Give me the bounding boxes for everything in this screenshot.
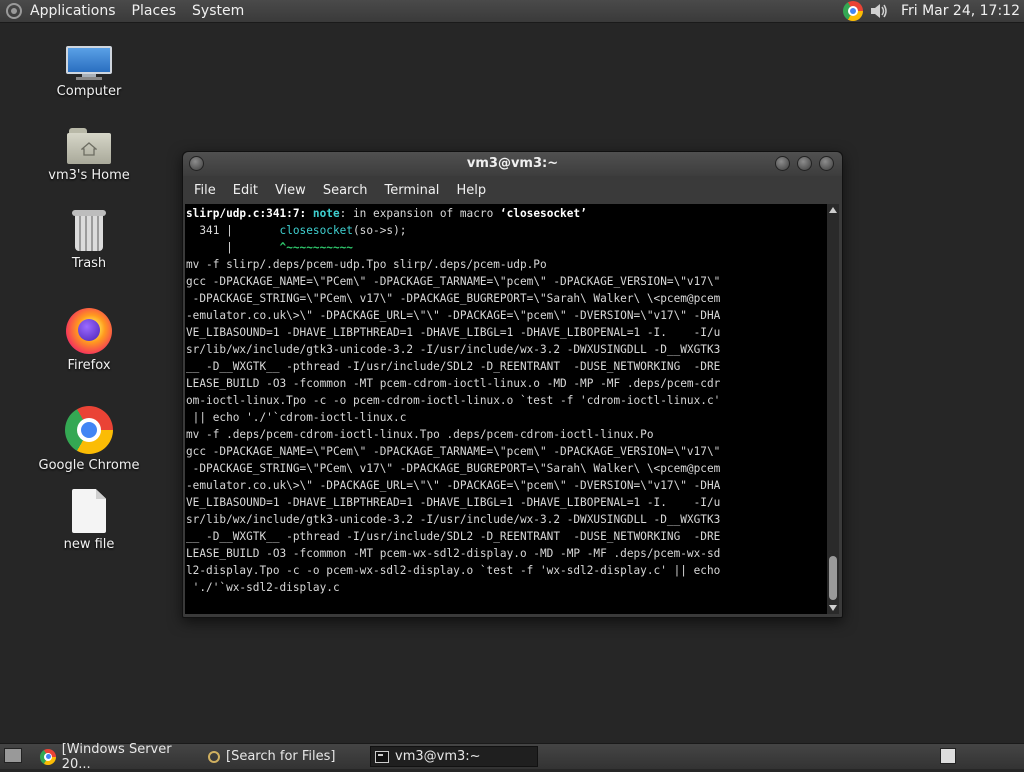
output-line: VE_LIBASOUND=1 -DHAVE_LIBPTHREAD=1 -DHAV… bbox=[186, 326, 721, 339]
scroll-down-icon[interactable] bbox=[829, 605, 837, 611]
top-menus: Applications Places System bbox=[6, 0, 260, 22]
output-line: './'`wx-sdl2-display.c bbox=[186, 581, 340, 594]
output-line: mv -f slirp/.deps/pcem-udp.Tpo slirp/.de… bbox=[186, 258, 547, 271]
output-line: gcc -DPACKAGE_NAME=\"PCem\" -DPACKAGE_TA… bbox=[186, 445, 721, 458]
output-line: -emulator.co.uk\>\" -DPACKAGE_URL=\"\" -… bbox=[186, 309, 721, 322]
output-line: VE_LIBASOUND=1 -DHAVE_LIBPTHREAD=1 -DHAV… bbox=[186, 496, 721, 509]
output-line: __ -D__WXGTK__ -pthread -I/usr/include/S… bbox=[186, 360, 721, 373]
chrome-icon[interactable] bbox=[842, 1, 863, 21]
terminal-scrollbar[interactable] bbox=[827, 204, 839, 614]
terminal-output[interactable]: slirp/udp.c:341:7: note: in expansion of… bbox=[185, 204, 827, 614]
desktop-icon-home[interactable]: vm3's Home bbox=[34, 128, 144, 183]
output-line: || echo './'`cdrom-ioctl-linux.c bbox=[186, 411, 407, 424]
show-desktop-button[interactable] bbox=[4, 748, 22, 763]
terminal-icon bbox=[375, 750, 389, 763]
chrome-icon bbox=[40, 748, 56, 765]
top-panel: Applications Places System Fri Mar 24, 1… bbox=[0, 0, 1024, 23]
source-highlight: closesocket bbox=[232, 224, 353, 237]
desktop-icon-computer[interactable]: Computer bbox=[34, 46, 144, 99]
clock[interactable]: Fri Mar 24, 17:12 bbox=[901, 3, 1020, 19]
menu-edit[interactable]: Edit bbox=[233, 183, 258, 198]
scrollbar-thumb[interactable] bbox=[829, 556, 837, 600]
menu-terminal[interactable]: Terminal bbox=[384, 183, 439, 198]
desktop-icon-trash[interactable]: Trash bbox=[34, 210, 144, 271]
output-line: LEASE_BUILD -O3 -fcommon -MT pcem-wx-sdl… bbox=[186, 547, 721, 560]
output-line: l2-display.Tpo -c -o pcem-wx-sdl2-displa… bbox=[186, 564, 721, 577]
desktop-icon-firefox[interactable]: Firefox bbox=[34, 308, 144, 373]
note-text: : in expansion of macro bbox=[339, 207, 500, 220]
computer-icon bbox=[66, 46, 112, 80]
minimize-button[interactable] bbox=[775, 156, 790, 171]
window-title: vm3@vm3:~ bbox=[466, 156, 559, 171]
menu-view[interactable]: View bbox=[275, 183, 306, 198]
note-location: slirp/udp.c:341:7: bbox=[186, 207, 307, 220]
menu-system[interactable]: System bbox=[192, 3, 244, 19]
source-lineno: 341 | bbox=[186, 224, 233, 237]
task-search-files[interactable]: [Search for Files] bbox=[204, 746, 366, 767]
output-line: gcc -DPACKAGE_NAME=\"PCem\" -DPACKAGE_TA… bbox=[186, 275, 721, 288]
terminal-window: vm3@vm3:~ File Edit View Search Terminal… bbox=[182, 151, 843, 618]
output-line: sr/lib/wx/include/gtk3-unicode-3.2 -I/us… bbox=[186, 513, 721, 526]
note-label: note bbox=[312, 207, 340, 220]
output-line: mv -f .deps/pcem-cdrom-ioctl-linux.Tpo .… bbox=[186, 428, 654, 441]
desktop-icon-label: vm3's Home bbox=[48, 168, 130, 183]
note-macro: ‘closesocket’ bbox=[499, 207, 587, 220]
menu-applications[interactable]: Applications bbox=[30, 3, 116, 19]
desktop-icon-chrome[interactable]: Google Chrome bbox=[34, 406, 144, 473]
terminal-text: slirp/udp.c:341:7: note: in expansion of… bbox=[185, 204, 827, 596]
source-rest: (so->s); bbox=[353, 224, 407, 237]
desktop-icon-new-file[interactable]: new file bbox=[34, 489, 144, 552]
system-tray: Fri Mar 24, 17:12 bbox=[842, 0, 1020, 22]
bottom-panel: [Windows Server 20... [Search for Files]… bbox=[0, 742, 1024, 772]
desktop-icon-label: Trash bbox=[71, 256, 107, 271]
task-windows-server[interactable]: [Windows Server 20... bbox=[36, 742, 202, 772]
desktop-icon-label: Google Chrome bbox=[38, 458, 140, 473]
close-button[interactable] bbox=[819, 156, 834, 171]
desktop-icon-label: new file bbox=[63, 537, 115, 552]
volume-icon[interactable] bbox=[869, 1, 891, 21]
home-folder-icon bbox=[67, 128, 111, 164]
task-label: [Windows Server 20... bbox=[61, 741, 172, 772]
file-icon bbox=[72, 489, 106, 533]
output-line: -DPACKAGE_STRING=\"PCem\ v17\" -DPACKAGE… bbox=[186, 292, 721, 305]
maximize-button[interactable] bbox=[797, 156, 812, 171]
trash-icon bbox=[71, 210, 107, 252]
firefox-icon bbox=[66, 308, 112, 354]
window-titlebar[interactable]: vm3@vm3:~ bbox=[183, 152, 842, 176]
output-line: LEASE_BUILD -O3 -fcommon -MT pcem-cdrom-… bbox=[186, 377, 721, 390]
output-line: __ -D__WXGTK__ -pthread -I/usr/include/S… bbox=[186, 530, 721, 543]
menu-help[interactable]: Help bbox=[456, 183, 486, 198]
desktop-icon-label: Computer bbox=[56, 84, 122, 99]
chrome-icon bbox=[65, 406, 113, 454]
terminal-menubar: File Edit View Search Terminal Help bbox=[183, 177, 842, 203]
menu-file[interactable]: File bbox=[194, 183, 216, 198]
output-line: sr/lib/wx/include/gtk3-unicode-3.2 -I/us… bbox=[186, 343, 721, 356]
source-marker-bar: | bbox=[186, 241, 233, 254]
menu-places[interactable]: Places bbox=[132, 3, 177, 19]
search-icon bbox=[208, 750, 220, 763]
source-marker: ^~~~~~~~~~~ bbox=[232, 241, 353, 254]
menu-search[interactable]: Search bbox=[323, 183, 368, 198]
task-terminal[interactable]: vm3@vm3:~ bbox=[370, 746, 538, 767]
output-line: om-ioctl-linux.Tpo -c -o pcem-cdrom-ioct… bbox=[186, 394, 721, 407]
task-label: vm3@vm3:~ bbox=[395, 749, 481, 764]
scroll-up-icon[interactable] bbox=[829, 207, 837, 213]
task-label: [Search for Files] bbox=[226, 749, 336, 764]
main-menu-logo-icon[interactable] bbox=[6, 3, 22, 19]
desktop-icon-label: Firefox bbox=[67, 358, 111, 373]
output-line: -emulator.co.uk\>\" -DPACKAGE_URL=\"\" -… bbox=[186, 479, 721, 492]
workspace-switcher[interactable] bbox=[940, 748, 956, 764]
output-line: -DPACKAGE_STRING=\"PCem\ v17\" -DPACKAGE… bbox=[186, 462, 721, 475]
